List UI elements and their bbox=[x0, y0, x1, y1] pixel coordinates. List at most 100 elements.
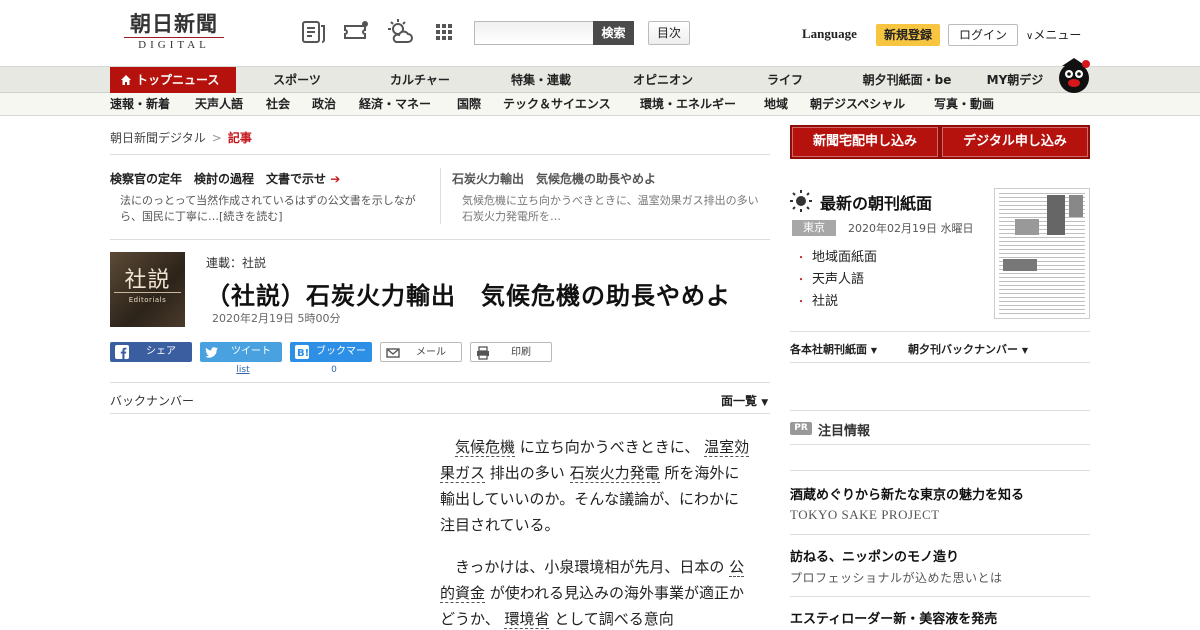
subnav-tech[interactable]: テック＆サイエンス bbox=[503, 93, 611, 116]
subnav-tensei[interactable]: 天声人語 bbox=[195, 93, 243, 116]
keyword-link[interactable]: 気候危機 bbox=[455, 438, 516, 457]
logo-main-text: 朝日新聞 bbox=[130, 11, 218, 36]
arrow-right-icon: ➔ bbox=[330, 172, 341, 186]
subnav-photo[interactable]: 写真・動画 bbox=[934, 93, 994, 116]
newspaper-headline-block bbox=[1003, 259, 1037, 271]
article-paragraph: 気候危機 に立ち向かうべきときに、 温室効果ガス 排出の多い 石炭火力発電 所を… bbox=[440, 434, 750, 538]
nav-item-top-news[interactable]: トップニュース bbox=[110, 67, 236, 94]
paragraph-text: きっかけは、小泉環境相が先月、日本の bbox=[455, 558, 730, 576]
related-desc: 気候危機に立ち向かうべきときに、温室効果ガス排出の多い石炭火力発電所を… bbox=[462, 194, 759, 223]
divider bbox=[790, 444, 1090, 445]
search-input[interactable] bbox=[474, 21, 594, 45]
menu-button[interactable]: ∨メニュー bbox=[1026, 26, 1081, 43]
related-article-2[interactable]: 石炭火力輸出 気候危機の助長やめよ 気候危機に立ち向かうべきときに、温室効果ガス… bbox=[452, 170, 768, 225]
nav-item-paper[interactable]: 朝夕刊紙面・be bbox=[852, 67, 962, 94]
page-list-dropdown[interactable]: 面一覧 ▼ bbox=[721, 392, 768, 409]
twitter-share-button[interactable]: ツイート bbox=[200, 342, 282, 362]
index-button[interactable]: 目次 bbox=[648, 21, 690, 45]
read-more-link[interactable]: [続きを読む] bbox=[219, 210, 283, 223]
hatena-icon: B! bbox=[295, 345, 309, 359]
thumbnail-kanji: 社説 bbox=[124, 268, 171, 293]
edition-date: 2020年02月19日 水曜日 bbox=[848, 222, 974, 235]
series-label[interactable]: 連載：社説 bbox=[206, 254, 266, 271]
nav-item-my-asahi[interactable]: MY朝デジ bbox=[980, 67, 1050, 94]
newspaper-thumbnail[interactable] bbox=[994, 188, 1090, 319]
mascot-icon[interactable] bbox=[1054, 56, 1094, 94]
subnav-environment[interactable]: 環境・エネルギー bbox=[640, 93, 736, 116]
twitter-icon bbox=[205, 347, 218, 358]
editorial-thumbnail[interactable]: 社説 Editorials bbox=[110, 252, 185, 327]
nav-item-features[interactable]: 特集・連載 bbox=[500, 67, 582, 94]
subnav-region[interactable]: 地域 bbox=[764, 93, 788, 116]
article-date: 2020年2月19日 5時00分 bbox=[212, 312, 341, 325]
keyword-link[interactable]: 環境省 bbox=[504, 610, 550, 629]
pr-item-title[interactable]: 酒蔵めぐりから新たな東京の魅力を知る bbox=[790, 484, 1024, 503]
related-divider bbox=[440, 168, 441, 224]
pr-badge: PR bbox=[790, 422, 812, 435]
paragraph-text: として調べる意向 bbox=[549, 610, 674, 628]
nav-item-label: トップニュース bbox=[136, 73, 220, 87]
nav-item-culture[interactable]: カルチャー bbox=[380, 67, 460, 94]
thumbnail-english: Editorials bbox=[128, 296, 167, 304]
site-logo[interactable]: 朝日新聞 DIGITAL bbox=[118, 12, 230, 54]
sidebar-link-editorial[interactable]: ・社説 bbox=[796, 290, 838, 309]
pr-item-title[interactable]: 訪ねる、ニッポンのモノ造り bbox=[790, 546, 959, 565]
sidebar-link-tensei[interactable]: ・天声人語 bbox=[796, 268, 864, 287]
nav-item-opinion[interactable]: オピニオン bbox=[622, 67, 704, 94]
ticket-icon[interactable] bbox=[342, 18, 370, 46]
divider bbox=[110, 154, 770, 155]
register-button[interactable]: 新規登録 bbox=[876, 24, 940, 46]
keyword-link[interactable]: 石炭火力発電 bbox=[569, 464, 660, 483]
mail-icon bbox=[386, 348, 400, 358]
language-link[interactable]: Language bbox=[802, 26, 857, 42]
divider bbox=[110, 413, 770, 414]
related-article-1[interactable]: 検察官の定年 検討の過程 文書で示せ ➔ 法にのっとって当然作成されているはずの… bbox=[110, 170, 430, 225]
related-title: 石炭火力輸出 気候危機の助長やめよ bbox=[452, 172, 657, 186]
divider bbox=[790, 410, 1090, 411]
newspaper-subscribe-button[interactable]: 新聞宅配申し込み bbox=[790, 125, 940, 159]
sidebar-link-regional[interactable]: ・地域面紙面 bbox=[796, 246, 877, 265]
related-desc: 法にのっとって当然作成されているはずの公文書を示しながら、国民に丁寧に…[続きを… bbox=[110, 193, 430, 225]
print-icon bbox=[477, 346, 489, 360]
grid-icon[interactable] bbox=[430, 18, 458, 46]
twitter-count[interactable]: list bbox=[200, 365, 286, 375]
hatena-count[interactable]: 0 bbox=[290, 365, 378, 375]
back-numbers-dropdown[interactable]: 朝夕刊バックナンバー ▼ bbox=[908, 341, 1028, 357]
sidebar-link-label: 天声人語 bbox=[812, 272, 865, 287]
digital-subscribe-button[interactable]: デジタル申し込み bbox=[940, 125, 1090, 159]
weather-icon[interactable] bbox=[386, 18, 414, 46]
divider bbox=[790, 596, 1090, 597]
facebook-share-button[interactable]: シェア bbox=[110, 342, 192, 362]
subnav-politics[interactable]: 政治 bbox=[312, 93, 336, 116]
nav-item-life[interactable]: ライフ bbox=[758, 67, 812, 94]
latest-paper-title: 最新の朝刊紙面 bbox=[820, 194, 933, 213]
breadcrumb-home[interactable]: 朝日新聞デジタル bbox=[110, 131, 206, 145]
triangle-down-icon: ▼ bbox=[761, 398, 769, 408]
login-button[interactable]: ログイン bbox=[948, 24, 1018, 46]
article-paragraph: きっかけは、小泉環境相が先月、日本の 公的資金 が使われる見込みの海外事業が適正… bbox=[440, 554, 750, 630]
divider bbox=[110, 239, 770, 240]
subnav-international[interactable]: 国際 bbox=[457, 93, 481, 116]
hatena-bookmark-button[interactable]: B! ブックマーク bbox=[290, 342, 372, 377]
pr-section-title: 注目情報 bbox=[818, 424, 871, 439]
secondary-nav: 速報・新着 天声人語 社会 政治 経済・マネー 国際 テック＆サイエンス 環境・… bbox=[0, 93, 1200, 116]
facebook-share-label: シェア bbox=[146, 346, 176, 357]
related-title-text: 検察官の定年 検討の過程 文書で示せ bbox=[110, 172, 327, 186]
print-button[interactable]: 印刷 bbox=[470, 342, 552, 362]
nav-item-sports[interactable]: スポーツ bbox=[262, 67, 332, 94]
subnav-society[interactable]: 社会 bbox=[266, 93, 290, 116]
subnav-economy[interactable]: 経済・マネー bbox=[359, 93, 431, 116]
subnav-latest[interactable]: 速報・新着 bbox=[110, 93, 170, 116]
pr-item-title[interactable]: エスティローダー新・美容液を発売 bbox=[790, 608, 997, 627]
hatena-bookmark-label: ブックマーク bbox=[316, 346, 366, 377]
search-button[interactable]: 検索 bbox=[593, 21, 634, 45]
breadcrumb-separator: > bbox=[211, 131, 222, 145]
page-list-label: 面一覧 bbox=[721, 394, 758, 408]
regional-papers-dropdown[interactable]: 各本社朝刊紙面 ▼ bbox=[790, 341, 877, 357]
subnav-special[interactable]: 朝デジスペシャル bbox=[810, 93, 905, 116]
mail-share-button[interactable]: メール bbox=[380, 342, 462, 362]
thumbnail-divider bbox=[114, 292, 181, 293]
newspaper-icon[interactable] bbox=[300, 18, 328, 46]
svg-text:B!: B! bbox=[297, 348, 309, 359]
sun-icon bbox=[790, 190, 812, 212]
